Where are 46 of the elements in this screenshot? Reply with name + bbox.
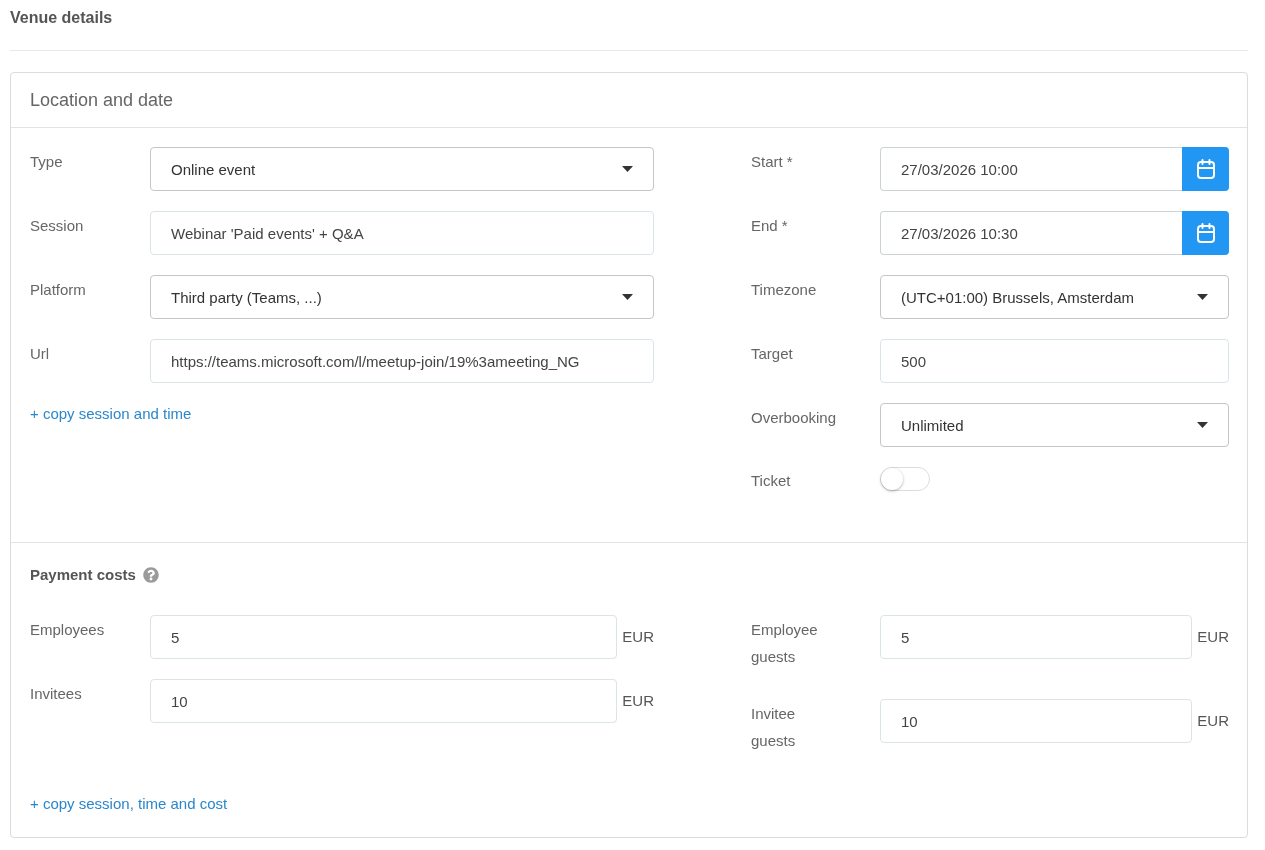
- field-label: Start *: [751, 152, 793, 172]
- field-label: Invitees: [30, 684, 82, 704]
- amount-field[interactable]: 5: [150, 615, 618, 659]
- field-label: Ticket: [751, 471, 791, 491]
- field-label: Session: [30, 216, 84, 236]
- text-field[interactable]: Webinar 'Paid events' + Q&A: [150, 211, 654, 255]
- page-title: Venue details: [10, 8, 113, 28]
- calendar-icon: [1196, 159, 1215, 179]
- dropdown[interactable]: Unlimited: [880, 403, 1229, 447]
- copy-link[interactable]: + copy session, time and cost: [30, 794, 228, 814]
- caret-icon: [622, 294, 633, 300]
- caret-icon: [622, 166, 633, 172]
- field-label: Invitee guests: [751, 704, 796, 751]
- calendar-button[interactable]: [1182, 147, 1229, 191]
- copy-link[interactable]: + copy session and time: [30, 404, 192, 424]
- help-icon[interactable]: [142, 567, 159, 583]
- amount-field[interactable]: 10: [150, 679, 618, 723]
- date-field[interactable]: 27/03/2026 10:30: [880, 211, 1182, 255]
- amount-field[interactable]: 10: [880, 699, 1193, 743]
- field-label: Platform: [30, 280, 86, 300]
- field-label: Target: [751, 344, 793, 364]
- currency-label: EUR: [622, 691, 654, 711]
- amount-field[interactable]: 5: [880, 615, 1193, 659]
- dropdown[interactable]: Online event: [150, 147, 654, 191]
- currency-label: EUR: [1197, 627, 1229, 647]
- caret-icon: [1197, 422, 1208, 428]
- field-label: Employees: [30, 620, 105, 640]
- caret-icon: [1197, 294, 1208, 300]
- dropdown[interactable]: (UTC+01:00) Brussels, Amsterdam: [880, 275, 1229, 319]
- calendar-icon: [1196, 223, 1215, 243]
- card-title: Location and date: [30, 89, 174, 112]
- field-label: End *: [751, 216, 788, 236]
- field-label: Timezone: [751, 280, 817, 300]
- currency-label: EUR: [622, 627, 654, 647]
- text-field[interactable]: 500: [880, 339, 1229, 383]
- field-label: Overbooking: [751, 408, 837, 428]
- field-label: Type: [30, 152, 63, 172]
- text-field[interactable]: https://teams.microsoft.com/l/meetup-join/19%3ameeting_NG: [150, 339, 654, 383]
- section-title: Payment costs: [30, 565, 136, 585]
- date-field[interactable]: 27/03/2026 10:00: [880, 147, 1182, 191]
- field-label: Url: [30, 344, 50, 364]
- field-label: Employee guests: [751, 620, 818, 667]
- currency-label: EUR: [1197, 711, 1229, 731]
- calendar-button[interactable]: [1182, 211, 1229, 255]
- dropdown[interactable]: Third party (Teams, ...): [150, 275, 654, 319]
- toggle-switch[interactable]: [880, 467, 930, 491]
